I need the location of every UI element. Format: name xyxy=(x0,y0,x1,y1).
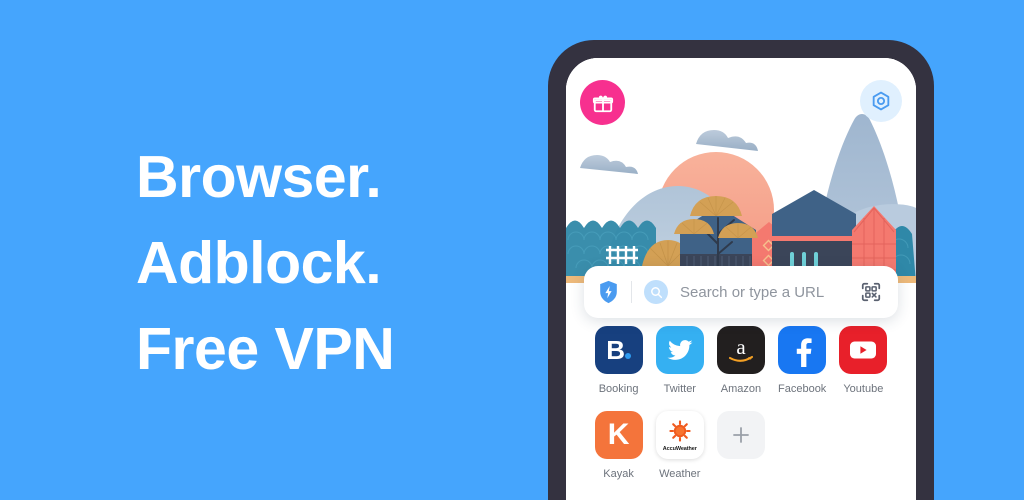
kayak-icon[interactable]: K xyxy=(594,411,643,459)
shortcut-kayak[interactable]: K Kayak xyxy=(588,411,649,480)
svg-text:a: a xyxy=(736,335,746,359)
search-icon[interactable] xyxy=(644,280,668,304)
headline-line-3: Free VPN xyxy=(136,316,395,382)
shield-lightning-icon[interactable] xyxy=(598,280,619,304)
shortcut-label: Twitter xyxy=(663,383,696,395)
shortcut-label: Weather xyxy=(659,468,701,480)
search-bar[interactable]: Search or type a URL xyxy=(584,266,898,318)
shortcut-label: Facebook xyxy=(778,383,827,395)
sun-icon xyxy=(669,419,691,442)
shortcut-booking[interactable]: B Booking xyxy=(588,326,649,395)
amazon-icon[interactable]: a xyxy=(716,326,765,374)
kayak-glyph: K xyxy=(607,418,630,451)
shortcut-grid: B Booking Twitter a Amazon Facebook Yout… xyxy=(566,326,916,496)
booking-icon[interactable]: B xyxy=(594,326,643,374)
shortcut-amazon[interactable]: a Amazon xyxy=(710,326,771,395)
phone-mockup: Search or type a URL B Booking Twitter a… xyxy=(548,40,934,500)
facebook-icon[interactable] xyxy=(778,326,827,374)
shortcut-label: Youtube xyxy=(843,383,884,395)
shortcut-weather[interactable]: AccuWeather Weather xyxy=(649,411,710,480)
settings-hexagon-icon xyxy=(872,91,890,111)
shortcut-youtube[interactable]: Youtube xyxy=(833,326,894,395)
shortcut-label: Kayak xyxy=(603,468,634,480)
accuweather-wordmark: AccuWeather xyxy=(662,445,697,452)
add-shortcut-icon[interactable] xyxy=(716,411,765,459)
twitter-icon[interactable] xyxy=(655,326,704,374)
headline-line-2: Adblock. xyxy=(136,230,382,296)
shortcut-facebook[interactable]: Facebook xyxy=(772,326,833,395)
qr-scan-icon[interactable] xyxy=(860,281,882,303)
shortcut-twitter[interactable]: Twitter xyxy=(649,326,710,395)
search-divider xyxy=(631,281,632,303)
marketing-headline: Browser. Adblock. Free VPN xyxy=(136,134,536,392)
shortcut-add[interactable] xyxy=(710,411,771,480)
accuweather-icon[interactable]: AccuWeather xyxy=(655,411,704,459)
phone-screen: Search or type a URL B Booking Twitter a… xyxy=(566,58,916,500)
headline-line-1: Browser. xyxy=(136,144,382,210)
gift-icon xyxy=(592,95,613,112)
shortcut-label: Booking xyxy=(598,383,639,395)
search-input-placeholder[interactable]: Search or type a URL xyxy=(680,284,860,301)
shortcut-label: Amazon xyxy=(720,383,762,395)
youtube-icon[interactable] xyxy=(839,326,888,374)
settings-button[interactable] xyxy=(860,80,902,122)
gift-button[interactable] xyxy=(580,80,625,125)
